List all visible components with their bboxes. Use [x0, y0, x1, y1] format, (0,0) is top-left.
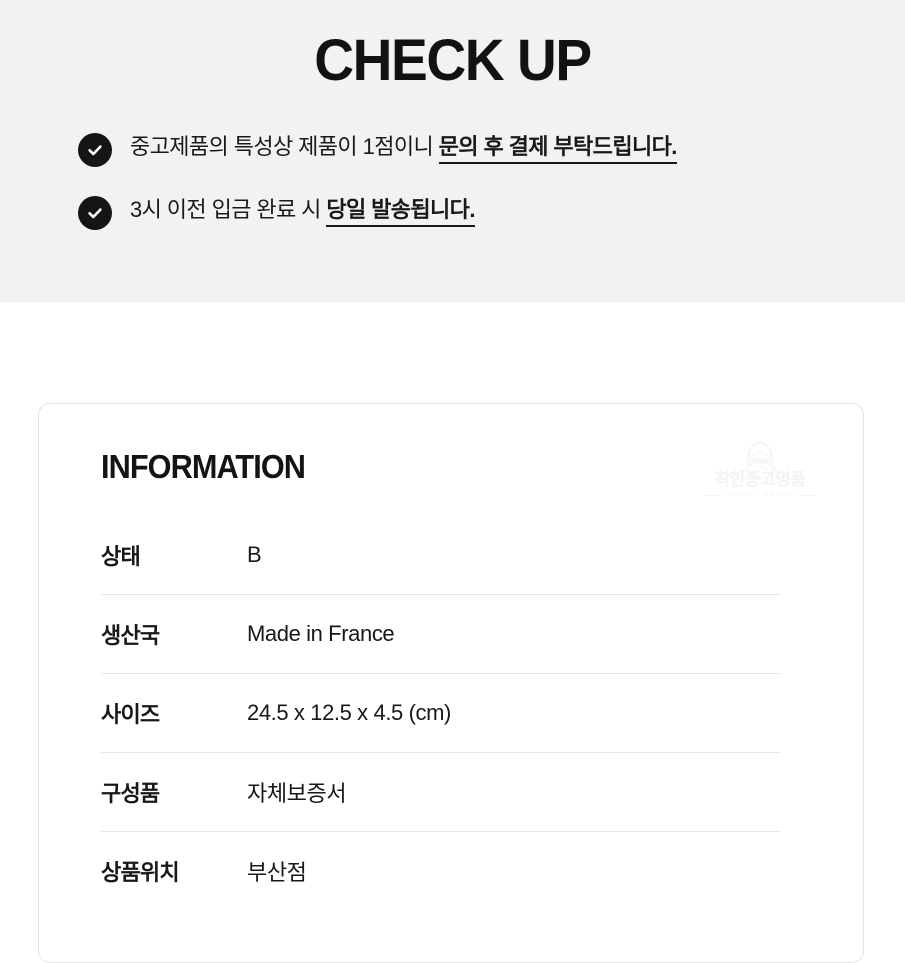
checkup-bullet-item: 3시 이전 입금 완료 시 당일 발송됩니다.	[78, 193, 878, 230]
table-row: 구성품 자체보증서	[101, 752, 781, 831]
checkup-section: CHECK UP 중고제품의 특성상 제품이 1점이니 문의 후 결제 부탁드립…	[0, 0, 905, 302]
brand-watermark: 착한중고명품 LUXURY GOODS	[702, 440, 818, 504]
table-row-value: 24.5 x 12.5 x 4.5 (cm)	[247, 700, 451, 725]
checkup-bullet-text: 중고제품의 특성상 제품이 1점이니 문의 후 결제 부탁드립니다.	[130, 130, 677, 164]
table-row-label: 상품위치	[101, 860, 180, 885]
checkup-bullet-list: 중고제품의 특성상 제품이 1점이니 문의 후 결제 부탁드립니다. 3시 이전…	[78, 130, 878, 256]
table-row: 상품위치 부산점	[101, 831, 781, 910]
information-table: 상태 B 생산국 Made in France 사이즈 24.5 x 12.5 …	[39, 516, 863, 910]
table-row-value: Made in France	[247, 621, 395, 646]
information-card: INFORMATION 착한중고명품 LUXURY GOODS 상태 B 생산국…	[38, 403, 864, 963]
table-row-value: B	[247, 542, 262, 567]
check-circle-icon	[78, 133, 112, 167]
table-row-label: 생산국	[101, 623, 160, 648]
checkup-bullet-emphasis: 문의 후 결제 부탁드립니다.	[438, 134, 677, 164]
table-row: 사이즈 24.5 x 12.5 x 4.5 (cm)	[101, 673, 781, 752]
information-title: INFORMATION	[101, 448, 306, 485]
table-row-value: 자체보증서	[247, 781, 347, 806]
checkup-bullet-item: 중고제품의 특성상 제품이 1점이니 문의 후 결제 부탁드립니다.	[78, 130, 878, 167]
checkup-title: CHECK UP	[314, 28, 592, 93]
information-card-header: INFORMATION 착한중고명품 LUXURY GOODS	[39, 404, 863, 516]
watermark-tagline: LUXURY GOODS	[725, 491, 795, 498]
table-row-label: 구성품	[101, 781, 160, 806]
watermark-brand-text: 착한중고명품	[714, 470, 806, 489]
table-row-label: 사이즈	[101, 702, 160, 727]
check-circle-icon	[78, 196, 112, 230]
table-row-value: 부산점	[247, 860, 307, 885]
table-row: 상태 B	[101, 516, 781, 594]
table-row-label: 상태	[101, 544, 141, 569]
checkup-bullet-emphasis: 당일 발송됩니다.	[326, 197, 475, 227]
table-row: 생산국 Made in France	[101, 594, 781, 673]
checkup-bullet-normal: 3시 이전 입금 완료 시	[130, 197, 327, 222]
checkup-bullet-text: 3시 이전 입금 완료 시 당일 발송됩니다.	[130, 193, 475, 227]
checkup-bullet-normal: 중고제품의 특성상 제품이 1점이니	[130, 134, 439, 159]
